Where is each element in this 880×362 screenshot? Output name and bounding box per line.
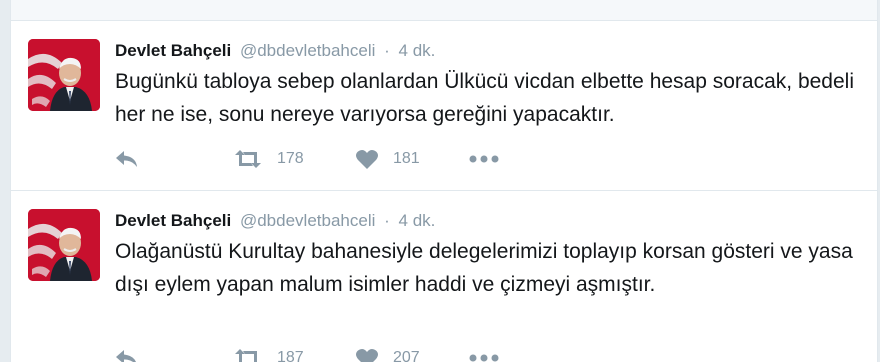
heart-icon xyxy=(356,348,378,362)
retweet-count: 178 xyxy=(277,150,304,167)
tweet-header: Devlet Bahçeli @dbdevletbahceli · 4 dk. xyxy=(115,211,435,231)
retweet-button[interactable]: 187 xyxy=(233,346,304,362)
separator: · xyxy=(384,211,390,230)
tweet-text: Olağanüstü Kurultay bahanesiyle delegele… xyxy=(115,240,853,296)
heart-icon xyxy=(356,149,378,169)
tweet-actions: 187 207 xyxy=(115,346,615,362)
reply-button[interactable] xyxy=(115,346,139,362)
profile-photo xyxy=(28,39,100,111)
tweet[interactable]: Devlet Bahçeli @dbdevletbahceli · 4 dk. … xyxy=(11,191,877,362)
tweet-header: Devlet Bahçeli @dbdevletbahceli · 4 dk. xyxy=(115,41,435,61)
retweet-icon xyxy=(235,349,261,362)
author-username[interactable]: @dbdevletbahceli xyxy=(240,211,375,230)
more-button[interactable] xyxy=(469,147,499,171)
retweet-button[interactable]: 178 xyxy=(233,147,304,171)
author-name[interactable]: Devlet Bahçeli xyxy=(115,41,231,60)
profile-photo xyxy=(28,209,100,281)
tweet[interactable]: Devlet Bahçeli @dbdevletbahceli · 4 dk. … xyxy=(11,21,877,191)
new-tweets-bar[interactable]: · · · xyxy=(11,0,877,21)
like-button[interactable]: 207 xyxy=(355,346,420,362)
retweet-count: 187 xyxy=(277,349,304,362)
timestamp[interactable]: 4 dk. xyxy=(399,211,436,230)
new-tweets-bar-edge: · · · xyxy=(11,0,877,6)
timestamp[interactable]: 4 dk. xyxy=(399,41,436,60)
retweet-icon xyxy=(235,150,261,168)
timeline-stream: · · · Devlet Bahçeli @dbdevletbahceli · … xyxy=(10,0,878,362)
separator: · xyxy=(384,41,390,60)
more-dots-icon xyxy=(469,155,499,163)
reply-icon xyxy=(116,350,136,362)
like-button[interactable]: 181 xyxy=(355,147,420,171)
avatar[interactable] xyxy=(28,209,100,281)
like-count: 181 xyxy=(393,150,420,167)
tweet-actions: 178 181 xyxy=(115,147,615,171)
author-username[interactable]: @dbdevletbahceli xyxy=(240,41,375,60)
more-dots-icon xyxy=(469,354,499,362)
like-count: 207 xyxy=(393,349,420,362)
author-name[interactable]: Devlet Bahçeli xyxy=(115,211,231,230)
more-button[interactable] xyxy=(469,346,499,362)
avatar[interactable] xyxy=(28,39,100,111)
reply-button[interactable] xyxy=(115,147,139,171)
reply-icon xyxy=(116,151,137,167)
tweet-text: Bugünkü tabloya sebep olanlardan Ülkücü … xyxy=(115,70,854,126)
